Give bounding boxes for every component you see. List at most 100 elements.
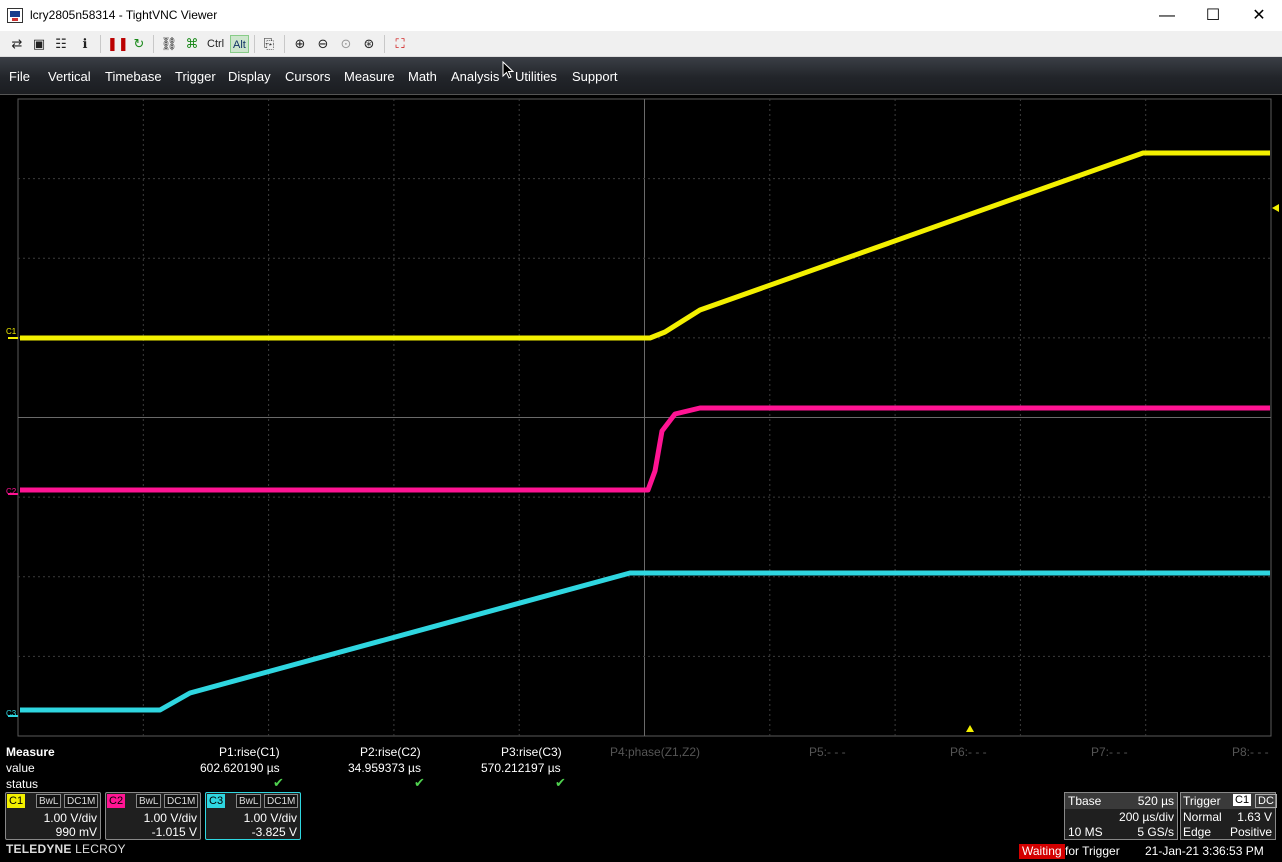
- measure-table: Measure value status P1:rise(C1) 602.620…: [0, 738, 1282, 792]
- trigger-source: C1: [1233, 794, 1252, 806]
- timebase-memory: 10 MS: [1068, 825, 1103, 839]
- menu-vertical[interactable]: Vertical: [48, 69, 91, 84]
- ctrl-key-icon[interactable]: Ctrl: [205, 35, 226, 53]
- param-p4-label[interactable]: P4:phase(Z1,Z2): [610, 745, 700, 759]
- param-p6-label[interactable]: P6:- - -: [950, 745, 987, 759]
- trigger-label: Trigger: [1183, 794, 1221, 808]
- trigger-descriptor[interactable]: Trigger C1 DC Normal 1.63 V Edge Positiv…: [1180, 792, 1277, 840]
- minimize-button[interactable]: —: [1144, 0, 1190, 31]
- trigger-mode: Normal: [1183, 810, 1222, 824]
- scope-grid[interactable]: C1 C2 C3: [0, 96, 1282, 738]
- param-p5-label[interactable]: P5:- - -: [809, 745, 846, 759]
- measure-title: Measure: [6, 745, 55, 759]
- waveform-display: C1 C2 C3: [6, 98, 1279, 737]
- alt-key-icon[interactable]: Alt: [230, 35, 249, 53]
- param-p1-ok-icon: ✔: [273, 775, 284, 790]
- menu-measure[interactable]: Measure: [344, 69, 395, 84]
- toolbar-divider: [284, 35, 285, 53]
- c1-ground-bar: [8, 337, 18, 339]
- save-icon[interactable]: ▣: [30, 35, 48, 53]
- menu-file[interactable]: File: [9, 69, 30, 84]
- c2-coupling-flag: DC1M: [164, 794, 199, 808]
- menu-trigger[interactable]: Trigger: [175, 69, 216, 84]
- toolbar-divider: [153, 35, 154, 53]
- grid-lines: [18, 99, 1271, 736]
- toolbar-divider: [384, 35, 385, 53]
- channel-descriptor-c3[interactable]: C3 BwL DC1M 1.00 V/div -3.825 V: [205, 792, 301, 840]
- acquisition-status-badge: Waiting: [1019, 844, 1065, 859]
- c1-offset: 990 mV: [55, 825, 97, 839]
- brand-sub: LECROY: [75, 842, 126, 856]
- c3-tag: C3: [207, 794, 226, 808]
- c1-vdiv: 1.00 V/div: [43, 811, 97, 825]
- c2-tag: C2: [107, 794, 126, 808]
- param-p8-label[interactable]: P8:- - -: [1232, 745, 1269, 759]
- c3-offset: -3.825 V: [251, 825, 297, 839]
- param-p3-label[interactable]: P3:rise(C3): [501, 745, 562, 759]
- menu-math[interactable]: Math: [408, 69, 437, 84]
- measure-row-status: status: [6, 777, 39, 791]
- fullscreen-icon[interactable]: ⛶: [391, 35, 409, 53]
- ctrl-alt-del-icon[interactable]: ⌘: [183, 35, 201, 53]
- timebase-label: Tbase: [1068, 794, 1102, 808]
- c1-coupling-flag: DC1M: [64, 794, 99, 808]
- zoom-in-icon[interactable]: ⊕: [291, 35, 309, 53]
- zoom-100-icon[interactable]: ⊙: [337, 35, 355, 53]
- channel-descriptor-c2[interactable]: C2 BwL DC1M 1.00 V/div -1.015 V: [105, 792, 201, 840]
- toolbar-divider: [254, 35, 255, 53]
- c2-offset: -1.015 V: [151, 825, 197, 839]
- param-p2-value: 34.959373 µs: [348, 761, 421, 775]
- channel-descriptor-c1[interactable]: C1 BwL DC1M 1.00 V/div 990 mV: [5, 792, 101, 840]
- timebase-per-div: 200 µs/div: [1119, 810, 1174, 824]
- timebase-descriptor[interactable]: Tbase 520 µs 200 µs/div 10 MS 5 GS/s: [1064, 792, 1178, 840]
- param-p2-ok-icon: ✔: [414, 775, 425, 790]
- menu-timebase[interactable]: Timebase: [105, 69, 162, 84]
- c1-ground-marker[interactable]: C1: [6, 327, 17, 336]
- refresh-icon[interactable]: ↻: [130, 35, 148, 53]
- close-button[interactable]: ✕: [1236, 0, 1282, 31]
- acquisition-status-text: for Trigger: [1065, 844, 1120, 858]
- trigger-level: 1.63 V: [1237, 810, 1272, 824]
- c2-bwl-flag: BwL: [136, 794, 162, 808]
- c2-ground-bar: [8, 493, 18, 495]
- measure-row-value: value: [6, 761, 35, 775]
- info-icon[interactable]: ℹ: [76, 35, 94, 53]
- maximize-button[interactable]: ☐: [1190, 0, 1236, 31]
- transfer-icon[interactable]: ⛓: [160, 35, 178, 53]
- c1-bwl-flag: BwL: [36, 794, 62, 808]
- param-p1-value: 602.620190 µs: [200, 761, 280, 775]
- window-title: lcry2805n58314 - TightVNC Viewer: [30, 8, 218, 22]
- menu-utilities[interactable]: Utilities: [515, 69, 557, 84]
- trigger-level-marker[interactable]: [1272, 204, 1279, 212]
- timebase-delay: 520 µs: [1137, 794, 1174, 808]
- date-time: 21-Jan-21 3:36:53 PM: [1145, 844, 1264, 858]
- brand-name: TELEDYNE: [6, 842, 72, 856]
- title-bar: lcry2805n58314 - TightVNC Viewer — ☐ ✕: [0, 0, 1282, 31]
- c3-vdiv: 1.00 V/div: [243, 811, 297, 825]
- brand-logo: TELEDYNE LECROY: [6, 842, 126, 856]
- param-p2-label[interactable]: P2:rise(C2): [360, 745, 421, 759]
- toolbar-divider: [100, 35, 101, 53]
- pause-icon[interactable]: ❚❚: [107, 35, 129, 53]
- trigger-position-marker[interactable]: [966, 725, 974, 732]
- scope-menu-bar: File Vertical Timebase Trigger Display C…: [0, 57, 1282, 95]
- menu-display[interactable]: Display: [228, 69, 271, 84]
- options-icon[interactable]: ☷: [52, 35, 70, 53]
- param-p3-value: 570.212197 µs: [481, 761, 561, 775]
- mouse-pointer-icon: [502, 61, 514, 79]
- zoom-out-icon[interactable]: ⊖: [314, 35, 332, 53]
- clipboard-icon[interactable]: ⎘: [260, 35, 278, 53]
- new-connection-icon[interactable]: ⇄: [8, 35, 26, 53]
- menu-cursors[interactable]: Cursors: [285, 69, 331, 84]
- c3-coupling-flag: DC1M: [264, 794, 299, 808]
- menu-support[interactable]: Support: [572, 69, 618, 84]
- trigger-slope: Positive: [1229, 825, 1272, 839]
- c3-ground-bar: [8, 715, 18, 717]
- zoom-auto-icon[interactable]: ⊛: [360, 35, 378, 53]
- param-p1-label[interactable]: P1:rise(C1): [219, 745, 280, 759]
- trigger-coupling: DC: [1255, 794, 1277, 808]
- c1-tag: C1: [7, 794, 26, 808]
- menu-analysis[interactable]: Analysis: [451, 69, 499, 84]
- param-p7-label[interactable]: P7:- - -: [1091, 745, 1128, 759]
- param-p3-ok-icon: ✔: [555, 775, 566, 790]
